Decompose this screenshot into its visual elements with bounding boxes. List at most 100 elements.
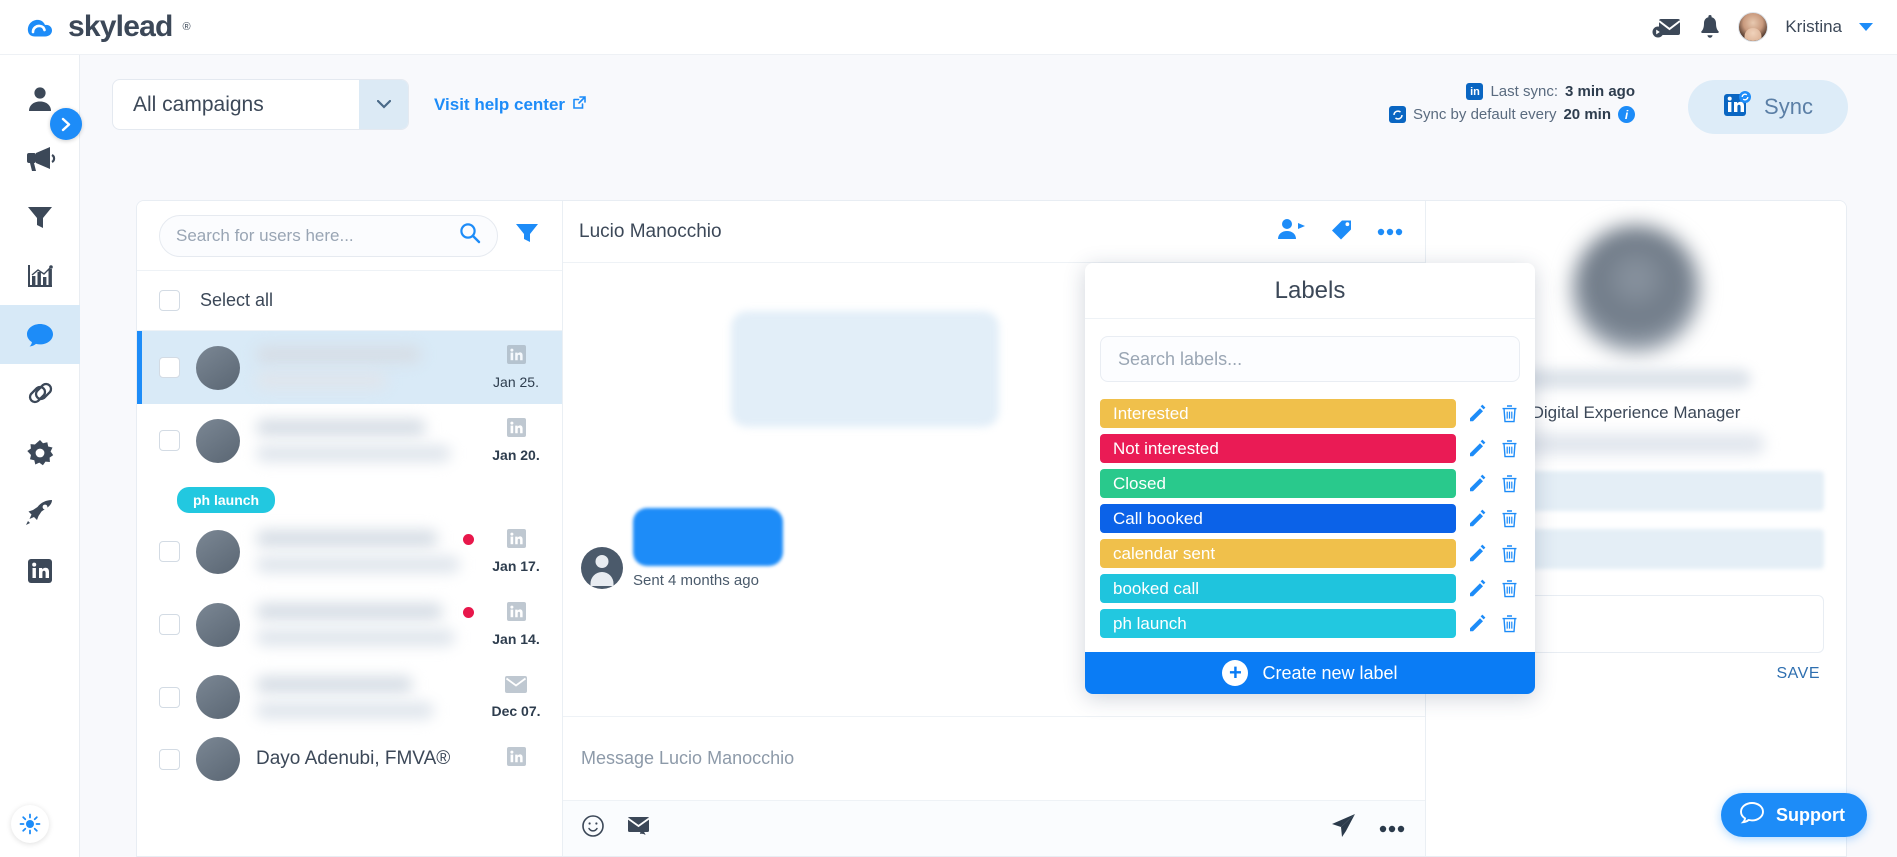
conversation-checkbox[interactable] — [159, 614, 180, 635]
label-chip[interactable]: calendar sent — [1100, 539, 1456, 568]
sync-default-prefix: Sync by default every — [1413, 106, 1557, 123]
avatar[interactable] — [1738, 12, 1769, 42]
label-chip[interactable]: booked call — [1100, 574, 1456, 603]
campaign-filter-select[interactable]: All campaigns — [112, 79, 409, 130]
status-badge[interactable]: ph launch — [177, 487, 276, 513]
select-all-row[interactable]: Select all — [137, 271, 562, 331]
message-bubble-outgoing — [633, 508, 783, 566]
mail-forward-icon[interactable] — [1652, 15, 1682, 39]
sync-default-value: 20 min — [1563, 106, 1611, 123]
emoji-icon[interactable] — [581, 814, 605, 843]
theme-toggle[interactable] — [11, 805, 49, 843]
conversation-date: Jan 14. — [492, 631, 540, 647]
trash-icon[interactable] — [1498, 544, 1520, 564]
search-users-box[interactable] — [159, 214, 498, 257]
labels-search-input[interactable] — [1118, 348, 1502, 370]
email-template-icon[interactable] — [627, 814, 655, 843]
select-all-label: Select all — [200, 290, 274, 310]
conversation-checkbox[interactable] — [159, 541, 180, 562]
trash-icon[interactable] — [1498, 474, 1520, 494]
sidebar-item-reports[interactable] — [0, 246, 80, 305]
conversation-meta: Dec 07. — [484, 675, 548, 719]
create-new-label-button[interactable]: + Create new label — [1085, 652, 1535, 694]
support-button-label: Support — [1776, 804, 1845, 825]
trash-icon[interactable] — [1498, 404, 1520, 424]
trash-icon[interactable] — [1498, 509, 1520, 529]
conversation-checkbox[interactable] — [159, 748, 180, 770]
search-icon[interactable] — [459, 222, 481, 249]
plus-icon: + — [1222, 660, 1249, 686]
search-input[interactable] — [176, 225, 459, 246]
pencil-icon[interactable] — [1466, 439, 1488, 458]
trash-icon[interactable] — [1498, 579, 1520, 599]
sidebar-item-boost[interactable] — [0, 482, 80, 541]
contact-name-redacted — [1521, 369, 1751, 389]
pencil-icon[interactable] — [1466, 509, 1488, 528]
brand-registered: ® — [182, 21, 191, 33]
more-horizontal-icon[interactable] — [1377, 223, 1403, 241]
list-item[interactable]: Jan 25. — [137, 331, 562, 404]
sync-button-label: Sync — [1764, 94, 1813, 119]
last-sync-label: Last sync: — [1490, 83, 1558, 100]
sidebar-item-linkedin-accounts[interactable] — [0, 541, 80, 600]
conversation-checkbox[interactable] — [159, 686, 180, 708]
chevron-down-icon[interactable] — [1859, 23, 1873, 31]
conversation-rows: Jan 25. Jan 20. ph launch Jan 17. Jan 14… — [137, 331, 562, 856]
filter-icon[interactable] — [514, 221, 540, 250]
inbox-panel: Select all Jan 25. — [136, 200, 1847, 857]
visit-help-center-link[interactable]: Visit help center — [434, 95, 587, 115]
composer-placeholder[interactable]: Message Lucio Manocchio — [563, 717, 1425, 800]
conversation-checkbox[interactable] — [159, 357, 180, 378]
label-chip[interactable]: Not interested — [1100, 434, 1456, 463]
list-item[interactable]: Jan 20. — [137, 404, 562, 477]
composer-right-actions — [1329, 813, 1405, 844]
last-sync-value: 3 min ago — [1564, 83, 1635, 100]
trash-icon[interactable] — [1498, 439, 1520, 459]
top-header: skylead ® Kristina — [0, 0, 1897, 55]
pencil-icon[interactable] — [1466, 579, 1488, 598]
send-icon[interactable] — [1329, 813, 1357, 844]
list-item[interactable]: Jan 14. — [137, 588, 562, 661]
labels-search-box[interactable] — [1100, 336, 1520, 382]
support-button[interactable]: Support — [1721, 793, 1867, 837]
pencil-icon[interactable] — [1466, 474, 1488, 493]
avatar — [196, 675, 240, 719]
create-new-label-text: Create new label — [1262, 662, 1398, 683]
bell-icon[interactable] — [1699, 14, 1721, 40]
conversation-preview — [256, 419, 468, 462]
conversation-date: Jan 17. — [492, 558, 540, 574]
sync-button[interactable]: Sync — [1688, 80, 1848, 134]
list-item[interactable]: Jan 17. — [137, 515, 562, 588]
pencil-icon[interactable] — [1466, 544, 1488, 563]
sidebar-item-integrations[interactable] — [0, 364, 80, 423]
chevron-down-icon[interactable] — [359, 80, 408, 129]
pencil-icon[interactable] — [1466, 614, 1488, 633]
list-item[interactable]: Dayo Adenubi, FMVA® — [137, 733, 562, 795]
pencil-icon[interactable] — [1466, 404, 1488, 423]
avatar — [196, 737, 240, 781]
add-person-icon[interactable] — [1277, 217, 1307, 246]
sidebar-item-settings[interactable] — [0, 423, 80, 482]
avatar — [196, 345, 240, 390]
label-chip[interactable]: Closed — [1100, 469, 1456, 498]
label-chip[interactable]: ph launch — [1100, 609, 1456, 638]
tag-icon[interactable] — [1329, 217, 1355, 246]
conversation-tag-row: ph launch — [137, 477, 562, 515]
sidebar-expand-button[interactable] — [50, 108, 82, 140]
info-icon[interactable]: i — [1618, 106, 1635, 123]
label-chip[interactable]: Interested — [1100, 399, 1456, 428]
more-horizontal-icon[interactable] — [1379, 820, 1405, 838]
label-row: Interested — [1100, 399, 1520, 428]
conversation-checkbox[interactable] — [159, 430, 180, 451]
message-outgoing: Sent 4 months ago — [581, 508, 783, 589]
sync-default-row: Sync by default every 20 min i — [1389, 106, 1635, 123]
select-all-checkbox[interactable] — [159, 290, 180, 311]
list-item[interactable]: Dec 07. — [137, 661, 562, 733]
label-chip[interactable]: Call booked — [1100, 504, 1456, 533]
sidebar-item-filters[interactable] — [0, 187, 80, 246]
trash-icon[interactable] — [1498, 614, 1520, 634]
page-toolbar: All campaigns Visit help center — [112, 79, 587, 130]
brand-logo[interactable]: skylead ® — [22, 9, 191, 45]
conversation-preview — [256, 530, 474, 573]
sidebar-item-inbox[interactable] — [0, 305, 80, 364]
